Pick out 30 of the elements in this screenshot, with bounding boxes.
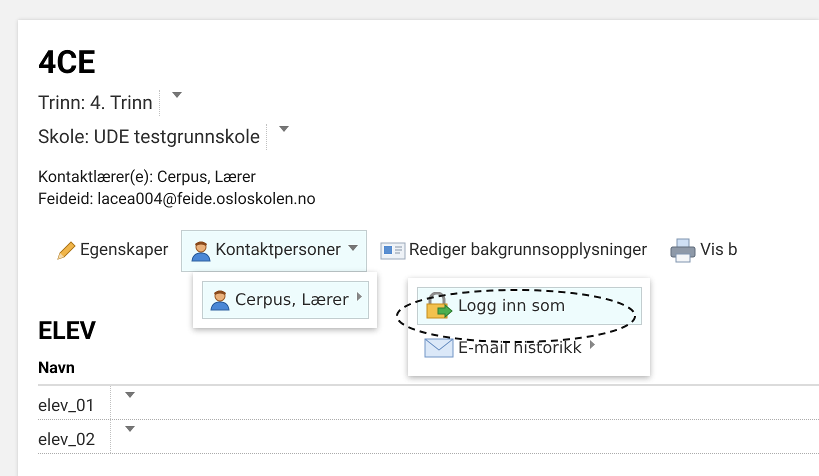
pencil-icon [55, 240, 77, 262]
person-icon [190, 240, 212, 262]
id-card-icon [380, 241, 406, 261]
dropdown-caret-icon[interactable] [278, 126, 289, 132]
menu-item[interactable]: E-mail historikk [417, 329, 642, 367]
dropdown-caret-icon[interactable] [125, 426, 135, 432]
student-name: elev_02 [38, 420, 111, 453]
printer-icon [669, 238, 698, 264]
column-header: Navn [38, 357, 75, 379]
info-text: Kontaktlærer(e): Cerpus, Lærer [38, 166, 256, 188]
envelope-icon [424, 337, 454, 359]
section-title: ELEV [38, 316, 96, 348]
info-text: Feideid: lacea004@feide.osloskolen.no [38, 188, 316, 210]
toolbar-button[interactable]: Vis b [660, 230, 747, 272]
lock-icon [424, 292, 454, 320]
caret-icon[interactable] [348, 245, 358, 251]
toolbar-button[interactable]: Rediger bakgrunnsopplysninger [370, 230, 656, 272]
class-title: 4CE [38, 42, 96, 82]
selector-label: Skole: UDE testgrunnskole [38, 124, 267, 150]
menu-item[interactable]: Cerpus, Lærer [202, 281, 369, 319]
dropdown-caret-icon[interactable] [125, 392, 135, 398]
student-name: elev_01 [38, 386, 111, 419]
toolbar-button[interactable]: Egenskaper [46, 230, 178, 272]
toolbar-button[interactable]: Kontaktpersoner [181, 230, 367, 272]
menu-item[interactable]: Logg inn som [417, 287, 642, 325]
dropdown-caret-icon[interactable] [172, 92, 182, 98]
person-icon [209, 289, 231, 311]
selector-label: Trinn: 4. Trinn [38, 90, 160, 116]
submenu-arrow-icon [590, 340, 595, 348]
submenu-arrow-icon [356, 292, 362, 300]
